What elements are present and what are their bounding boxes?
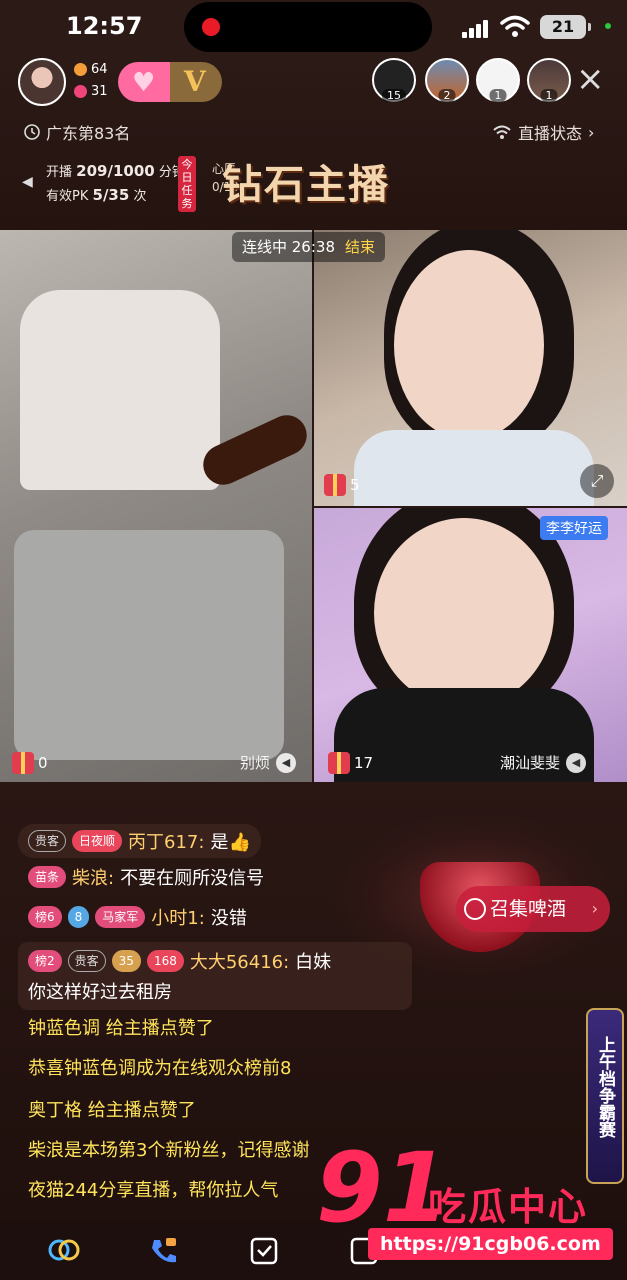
chat-message[interactable]: 榜6 8 马家军 小时1: 没错 (28, 904, 247, 930)
chevron-right-icon: › (591, 899, 598, 918)
battery-indicator: 21 (540, 15, 591, 39)
watermark-url: https://91cgb06.com (368, 1228, 613, 1260)
heart-icon (74, 85, 87, 98)
stream-name-right[interactable]: 潮汕斐斐 ◀ (500, 752, 587, 773)
end-connection-button[interactable]: 结束 (345, 232, 375, 262)
site-watermark: 91 吃瓜中心 https://91cgb06.com (316, 1140, 616, 1270)
gift-count-top-right[interactable]: 5 (324, 474, 360, 496)
status-time: 12:57 (66, 12, 143, 40)
task-check-icon[interactable] (246, 1234, 282, 1266)
chat-message[interactable]: 贵客 日夜顺 丙丁617: 是👍 (18, 824, 261, 858)
wifi-status-icon (493, 125, 511, 139)
call-icon[interactable] (146, 1234, 182, 1266)
chevron-right-icon: › (588, 122, 595, 142)
diamond-host-title: 钻石主播 (222, 161, 390, 208)
dynamic-island (184, 2, 432, 52)
expand-icon[interactable]: ⤢ (580, 464, 614, 498)
v-badge-icon: V (184, 65, 206, 98)
summon-beer-button[interactable]: 召集啤酒 › (456, 886, 610, 932)
fan-club-badge[interactable]: ♥ V (118, 62, 222, 102)
clock-icon (24, 124, 40, 140)
gift-count-bottom-right[interactable]: 17 (328, 752, 373, 774)
wifi-icon (500, 15, 530, 37)
signal-icon (462, 18, 490, 38)
gift-icon (328, 752, 350, 774)
mic-active-indicator (605, 23, 611, 29)
stream-name-left[interactable]: 别烦 ◀ (240, 752, 297, 773)
gift-icon (12, 752, 34, 774)
status-bar: 12:57 21 (0, 0, 627, 56)
rank-circle-4[interactable]: 1 (527, 58, 571, 102)
heart-badge-icon: ♥ (132, 68, 156, 98)
followers-icon (74, 63, 87, 76)
live-status-link[interactable]: 直播状态 › (492, 120, 594, 144)
task-progress: 开播 209/1000 分钟 有效PK 5/35 次 (46, 162, 185, 204)
rank-circle-2[interactable]: 2 (425, 58, 469, 102)
location-rank[interactable]: 广东第83名 (24, 120, 130, 144)
record-indicator-icon (202, 18, 220, 36)
system-message: 奥丁格 给主播点赞了 (28, 1100, 196, 1121)
chat-message[interactable]: 苗条 柴浪: 不要在厕所没信号 (28, 864, 264, 890)
guest-name-tag[interactable]: 李李好运 (540, 516, 608, 540)
gift-count-left[interactable]: 0 (12, 752, 48, 774)
likes-stat: 31 (74, 84, 108, 99)
video-guest-top[interactable] (314, 230, 627, 506)
host-avatar[interactable] (18, 58, 66, 106)
link-mic-icon[interactable] (46, 1234, 82, 1266)
gift-icon (324, 474, 346, 496)
system-message: 夜猫244分享直播，帮你拉人气 (28, 1180, 279, 1201)
video-main-stream[interactable] (0, 230, 312, 782)
live-header: 64 31 ♥ V 15 2 1 1 × 广东第83名 直播状态 › ◀ 开播 … (0, 56, 627, 230)
close-icon[interactable]: × (576, 62, 605, 96)
collapse-arrow-icon[interactable]: ◀ (22, 174, 33, 190)
followers-stat: 64 (74, 62, 108, 77)
speaker-icon[interactable]: ◀ (566, 752, 587, 773)
summon-icon (464, 898, 486, 920)
rank-circle-3[interactable]: 1 (476, 58, 520, 102)
video-guest-bottom[interactable] (314, 508, 627, 782)
system-message: 柴浪是本场第3个新粉丝，记得感谢 (28, 1140, 310, 1161)
rank-circle-1[interactable]: 15 (372, 58, 416, 102)
today-task-tag[interactable]: 今日任务 (178, 156, 196, 212)
connection-timer: 连线中 26:38 结束 (232, 232, 386, 262)
chat-message[interactable]: 榜2 贵客 35 168 大大56416: 白妹 你这样好过去租房 (18, 942, 412, 1010)
system-message: 钟蓝色调 给主播点赞了 (28, 1018, 214, 1039)
watermark-text: 吃瓜中心 (428, 1185, 589, 1229)
system-message: 恭喜钟蓝色调成为在线观众榜前8 (28, 1058, 292, 1079)
speaker-icon[interactable]: ◀ (276, 752, 297, 773)
